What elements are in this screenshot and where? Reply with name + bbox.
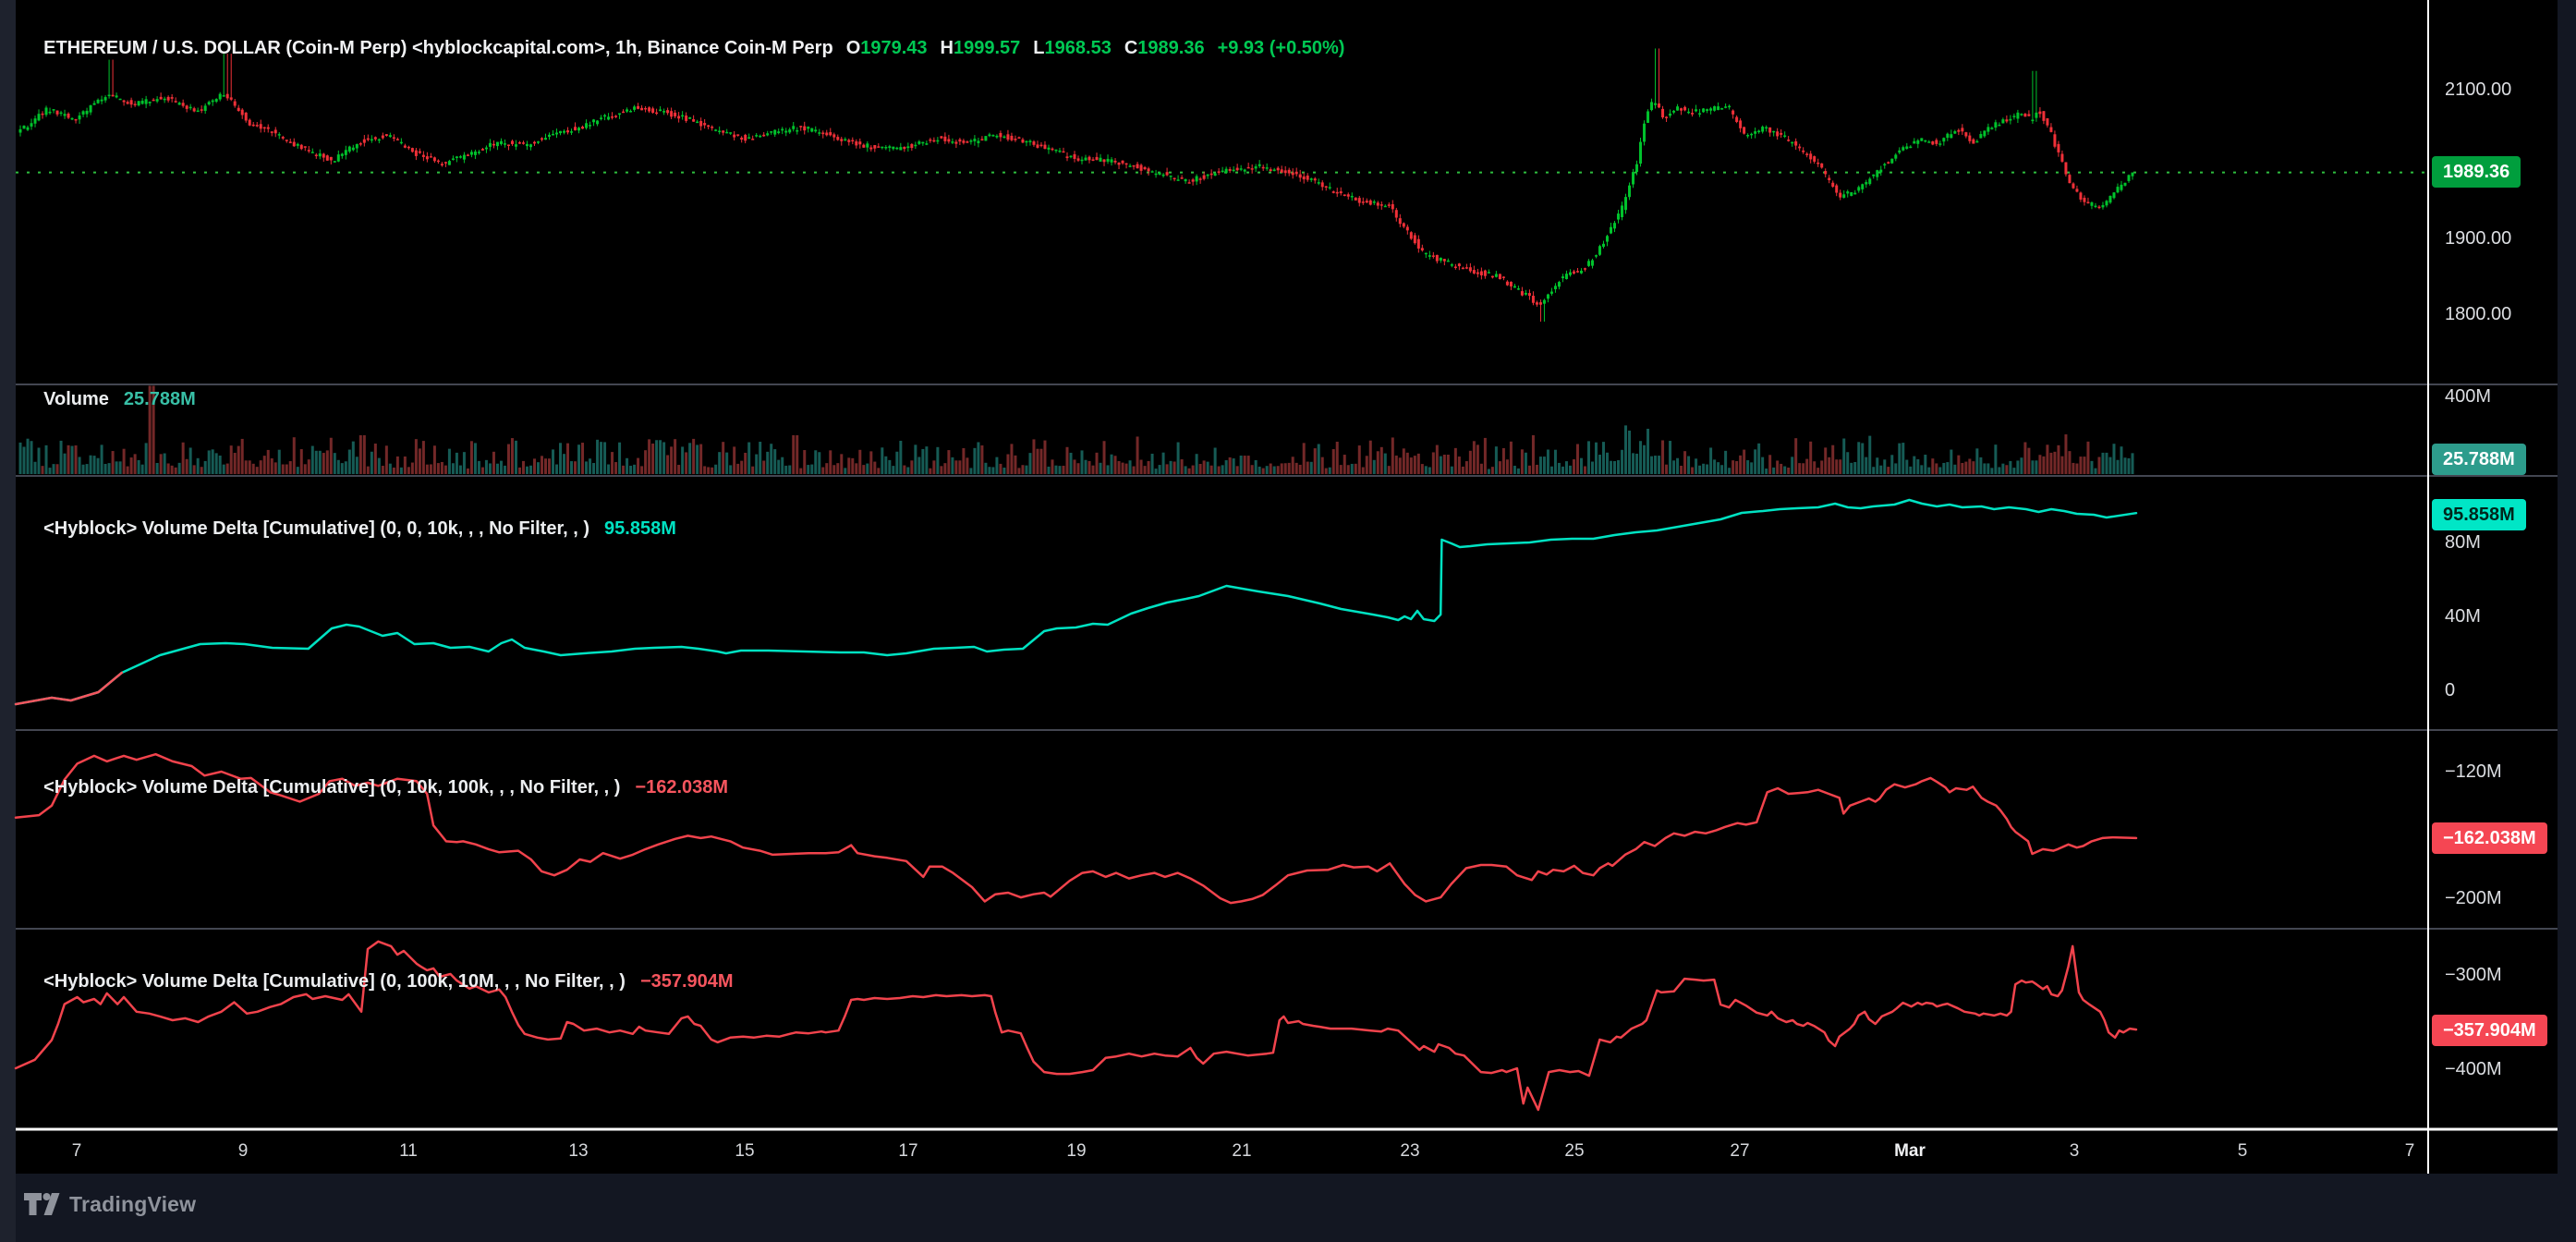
high-value: 1999.57 [954,38,1020,58]
price-axis-tick-label: 0 [2445,678,2455,702]
time-axis-label: 13 [568,1140,588,1163]
high-label: H [941,38,954,58]
chart-canvas[interactable] [0,0,2576,1242]
time-axis-label: 17 [898,1140,917,1163]
price-axis-tick-label: 80M [2445,530,2481,554]
tradingview-logo[interactable]: TradingView [24,1190,196,1218]
cvd3-legend: <Hyblock> Volume Delta [Cumulative] (0, … [33,950,734,992]
price-axis-tick-label: 40M [2445,604,2481,628]
time-axis-label: 7 [72,1140,82,1163]
volume-value: 25.788M [124,389,196,409]
cvd2-label[interactable]: <Hyblock> Volume Delta [Cumulative] (0, … [43,777,620,798]
time-axis-label: 15 [735,1140,754,1163]
cvd2-legend: <Hyblock> Volume Delta [Cumulative] (0, … [33,756,728,798]
price-axis-tick-label: −120M [2445,760,2502,784]
low-value: 1968.53 [1045,38,1112,58]
close-label: C [1124,38,1137,58]
open-value: 1979.43 [860,38,927,58]
volume-label[interactable]: Volume [43,389,109,409]
time-axis[interactable] [16,1129,2558,1174]
volume-legend: Volume 25.788M [33,368,196,410]
time-axis-label: 11 [399,1140,418,1163]
price-axis-tick-label: 1900.00 [2445,226,2511,250]
close-value: 1989.36 [1137,38,1204,58]
time-axis-label: 19 [1066,1140,1086,1163]
change-value: +9.93 (+0.50%) [1218,38,1345,58]
price-axis-tick-label: −200M [2445,886,2502,910]
price-axis-tick-label: 2100.00 [2445,78,2511,102]
time-axis-label: 23 [1400,1140,1419,1163]
cvd3-value: −357.904M [640,971,734,992]
time-axis-label: 25 [1564,1140,1584,1163]
low-label: L [1033,38,1044,58]
price-axis-tick-label: −400M [2445,1057,2502,1081]
axis-value-badge: −162.038M [2432,822,2547,854]
cvd1-legend: <Hyblock> Volume Delta [Cumulative] (0, … [33,497,676,540]
axis-value-badge: 95.858M [2432,499,2526,530]
cvd1-value: 95.858M [604,518,676,539]
symbol-title[interactable]: ETHEREUM / U.S. DOLLAR (Coin-M Perp) <hy… [43,38,833,58]
price-axis-tick-label: −300M [2445,963,2502,987]
time-axis-label: 27 [1730,1140,1749,1163]
cvd1-label[interactable]: <Hyblock> Volume Delta [Cumulative] (0, … [43,518,589,539]
price-axis-tick-label: 1800.00 [2445,302,2511,326]
axis-value-badge: −357.904M [2432,1015,2547,1046]
symbol-legend: ETHEREUM / U.S. DOLLAR (Coin-M Perp) <hy… [33,17,1344,59]
tradingview-logo-text: TradingView [69,1192,196,1217]
time-axis-label: 21 [1232,1140,1251,1163]
open-label: O [846,38,861,58]
cvd2-value: −162.038M [635,777,728,798]
time-axis-label: 5 [2238,1140,2248,1163]
axis-value-badge: 1989.36 [2432,156,2521,188]
cvd3-label[interactable]: <Hyblock> Volume Delta [Cumulative] (0, … [43,971,626,992]
time-axis-label: Mar [1894,1140,1926,1163]
price-axis-tick-label: 400M [2445,384,2491,408]
time-axis-label: 3 [2070,1140,2080,1163]
time-axis-label: 9 [238,1140,249,1163]
time-axis-label: 7 [2405,1140,2415,1163]
axis-value-badge: 25.788M [2432,444,2526,475]
tradingview-logo-icon [24,1190,61,1218]
